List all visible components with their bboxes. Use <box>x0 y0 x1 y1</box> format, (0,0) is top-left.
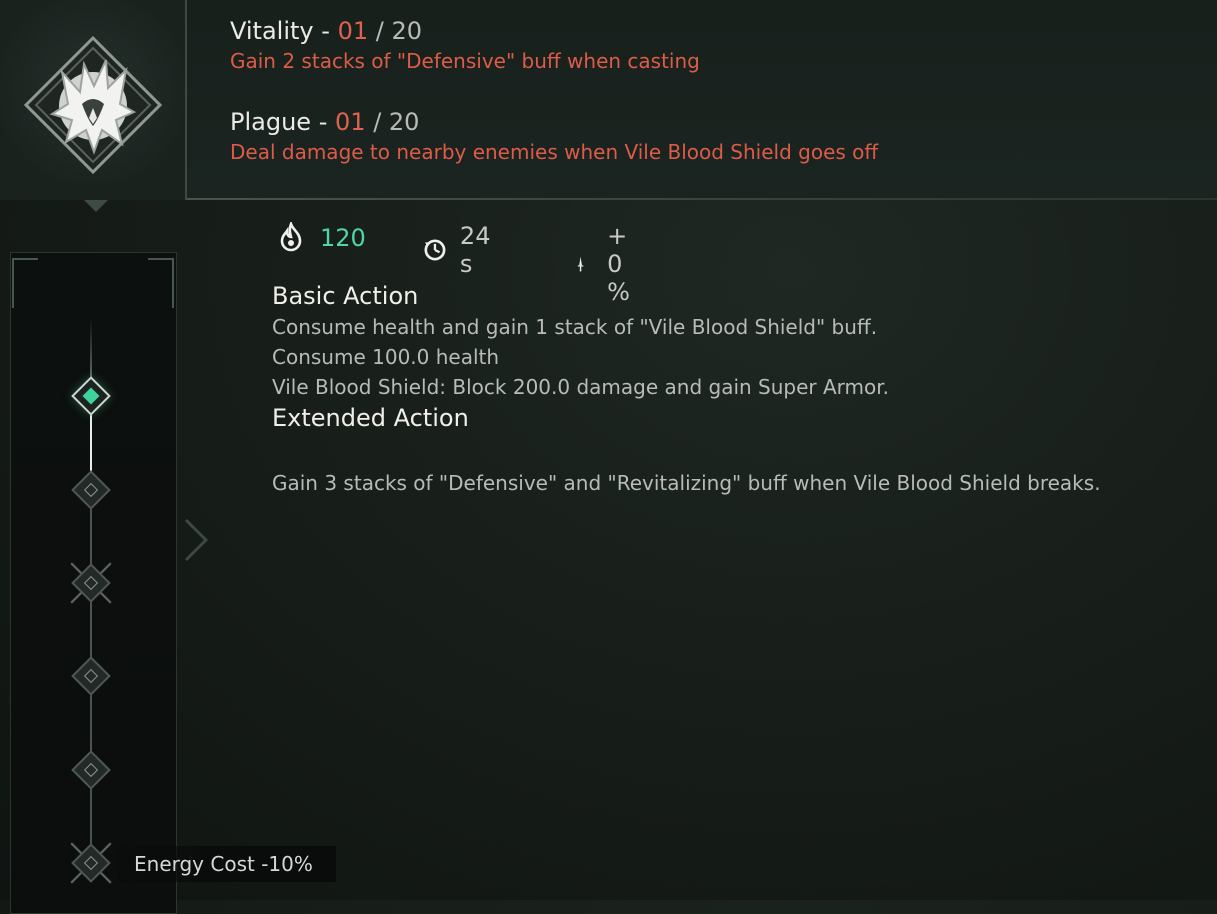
dagger-icon <box>577 256 584 272</box>
trait-level: 01 <box>337 17 369 45</box>
trait-title: Plague - 01 / 20 <box>230 108 420 136</box>
energy-cost-stat: 120 <box>276 222 366 254</box>
trait-separator: - <box>321 17 330 45</box>
vile-blood-shield-icon <box>23 35 163 175</box>
trait-name: Plague <box>230 108 312 136</box>
chevron-right-icon <box>184 518 209 562</box>
cooldown-value: 24 s <box>459 222 491 278</box>
energy-cost-node-label: Energy Cost -10% <box>118 846 336 882</box>
trait-level: 01 <box>335 108 366 136</box>
basic-action-title: Basic Action <box>272 282 419 310</box>
panel-corner-ornament <box>148 258 174 308</box>
trait-vitality: Vitality - 01 / 20 Gain 2 stacks of "Def… <box>230 16 700 74</box>
trait-separator: - <box>318 108 328 136</box>
cooldown-icon <box>424 239 446 261</box>
basic-action-line: Consume 100.0 health <box>272 345 500 369</box>
trait-description: Gain 2 stacks of "Defensive" buff when c… <box>230 49 700 73</box>
trait-title: Vitality - 01 / 20 <box>230 17 423 45</box>
cooldown-stat: 24 s <box>422 222 499 278</box>
trait-plague: Plague - 01 / 20 Deal damage to nearby e… <box>230 107 878 165</box>
icon-notch <box>84 200 108 212</box>
basic-action-line: Vile Blood Shield: Block 200.0 damage an… <box>272 375 890 399</box>
trait-name: Vitality <box>230 17 314 45</box>
panel-corner-ornament <box>12 258 38 308</box>
extended-action-line: Gain 3 stacks of "Defensive" and "Revita… <box>272 471 1101 495</box>
trait-max-level: 20 <box>388 108 420 136</box>
skill-icon-frame[interactable] <box>0 0 187 200</box>
trait-description: Deal damage to nearby enemies when Vile … <box>230 140 879 164</box>
flame-icon <box>280 222 302 252</box>
basic-action-line: Consume health and gain 1 stack of "Vile… <box>272 315 878 339</box>
energy-cost-value: 120 <box>320 224 366 252</box>
action-details: Basic Action Consume health and gain 1 s… <box>272 280 1172 498</box>
trait-max-level: 20 <box>391 17 423 45</box>
track-line-active <box>90 408 92 472</box>
extended-action-title: Extended Action <box>272 404 469 432</box>
